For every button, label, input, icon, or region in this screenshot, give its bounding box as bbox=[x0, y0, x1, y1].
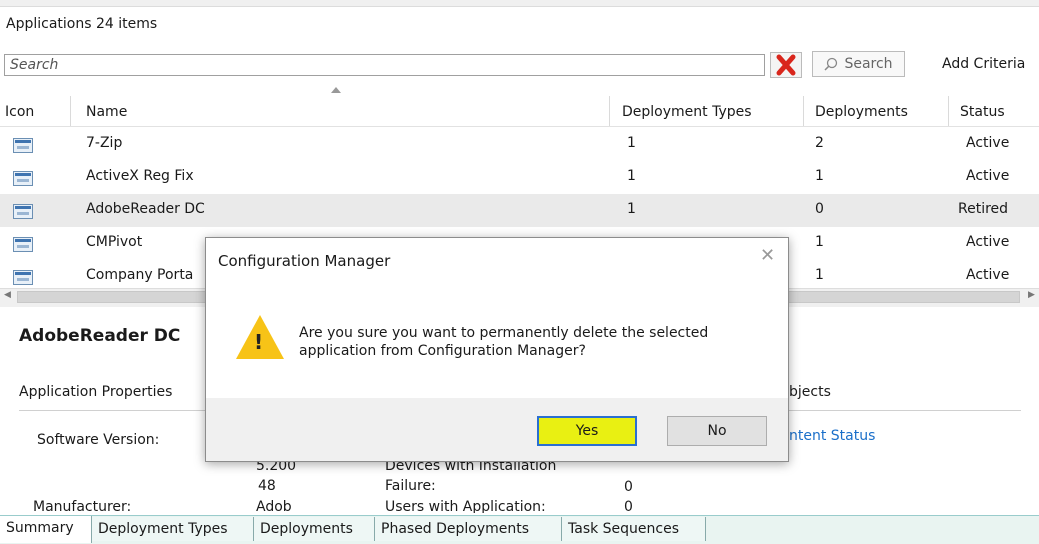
search-button-label: Search bbox=[844, 56, 893, 72]
sort-ascending-icon bbox=[331, 87, 341, 93]
application-icon bbox=[13, 204, 33, 219]
divider bbox=[789, 410, 1021, 411]
failure-label: Failure: bbox=[385, 478, 436, 494]
search-icon bbox=[824, 57, 838, 71]
row-name: CMPivot bbox=[86, 234, 143, 250]
row-deployments: 1 bbox=[815, 267, 824, 283]
application-icon bbox=[13, 270, 33, 285]
table-row-selected[interactable]: AdobeReader DC 1 0 Retired bbox=[0, 194, 1039, 227]
row-name: Company Porta bbox=[86, 267, 194, 283]
users-with-application-label: Users with Application: bbox=[385, 499, 546, 513]
tab-summary[interactable]: Summary bbox=[0, 516, 92, 543]
column-header-deployment-types[interactable]: Deployment Types bbox=[622, 104, 752, 120]
tab-task-sequences[interactable]: Task Sequences bbox=[562, 517, 706, 541]
column-separator[interactable] bbox=[803, 96, 804, 126]
column-header-icon[interactable]: Icon bbox=[5, 104, 34, 120]
scroll-left-icon[interactable]: ◀ bbox=[4, 290, 11, 300]
dialog-message: Are you sure you want to permanently del… bbox=[299, 324, 769, 360]
close-icon[interactable]: ✕ bbox=[760, 245, 775, 266]
application-icon bbox=[13, 237, 33, 252]
scroll-right-icon[interactable]: ▶ bbox=[1028, 290, 1035, 300]
users-with-application-value: 0 bbox=[624, 499, 633, 513]
divider bbox=[19, 410, 205, 411]
yes-button[interactable]: Yes bbox=[537, 416, 637, 446]
failure-value: 0 bbox=[624, 479, 633, 495]
row-deployment-types: 1 bbox=[627, 201, 636, 217]
table-row[interactable]: ActiveX Reg Fix 1 1 Active bbox=[0, 161, 1039, 194]
manufacturer-value: Adob bbox=[256, 499, 292, 513]
software-version-label: Software Version: bbox=[37, 432, 160, 448]
column-separator[interactable] bbox=[609, 96, 610, 126]
warning-exclamation: ! bbox=[254, 330, 264, 354]
manufacturer-label: Manufacturer: bbox=[33, 499, 132, 513]
table-row[interactable]: 7-Zip 1 2 Active bbox=[0, 128, 1039, 161]
row-name: AdobeReader DC bbox=[86, 201, 205, 217]
content-status-link[interactable]: ntent Status bbox=[789, 428, 875, 444]
clear-x-icon bbox=[776, 54, 796, 76]
add-criteria-link[interactable]: Add Criteria bbox=[942, 56, 1025, 72]
search-button[interactable]: Search bbox=[812, 51, 905, 77]
application-properties-heading: Application Properties bbox=[19, 384, 173, 400]
row-name: ActiveX Reg Fix bbox=[86, 168, 194, 184]
dialog-title: Configuration Manager bbox=[218, 252, 391, 270]
no-button[interactable]: No bbox=[667, 416, 767, 446]
column-separator[interactable] bbox=[948, 96, 949, 126]
row-status: Active bbox=[966, 234, 1010, 250]
row-status: Active bbox=[966, 168, 1010, 184]
search-input[interactable]: Search bbox=[4, 54, 765, 76]
column-header-status[interactable]: Status bbox=[960, 104, 1005, 120]
related-objects-heading: bjects bbox=[789, 384, 831, 400]
row-deployment-types: 1 bbox=[627, 168, 636, 184]
dialog-message-line: application from Configuration Manager? bbox=[299, 343, 586, 359]
row-status: Retired bbox=[958, 201, 1009, 217]
column-separator[interactable] bbox=[70, 96, 71, 126]
application-icon bbox=[13, 171, 33, 186]
clear-search-button[interactable] bbox=[770, 52, 802, 78]
property-value: 48 bbox=[258, 478, 276, 494]
row-deployment-types: 1 bbox=[627, 135, 636, 151]
row-status: Active bbox=[966, 267, 1010, 283]
row-deployments: 0 bbox=[815, 201, 824, 217]
tab-deployment-types[interactable]: Deployment Types bbox=[92, 517, 254, 541]
row-deployments: 2 bbox=[815, 135, 824, 151]
tab-phased-deployments[interactable]: Phased Deployments bbox=[375, 517, 562, 541]
application-icon bbox=[13, 138, 33, 153]
list-title: Applications 24 items bbox=[6, 16, 158, 32]
column-header-name[interactable]: Name bbox=[86, 104, 127, 120]
top-toolbar-edge bbox=[0, 0, 1039, 7]
column-header-deployments[interactable]: Deployments bbox=[815, 104, 908, 120]
row-status: Active bbox=[966, 135, 1010, 151]
tab-deployments[interactable]: Deployments bbox=[254, 517, 375, 541]
row-name: 7-Zip bbox=[86, 135, 123, 151]
row-deployments: 1 bbox=[815, 234, 824, 250]
dialog-message-line: Are you sure you want to permanently del… bbox=[299, 325, 709, 341]
details-title: AdobeReader DC bbox=[19, 326, 181, 346]
row-deployments: 1 bbox=[815, 168, 824, 184]
